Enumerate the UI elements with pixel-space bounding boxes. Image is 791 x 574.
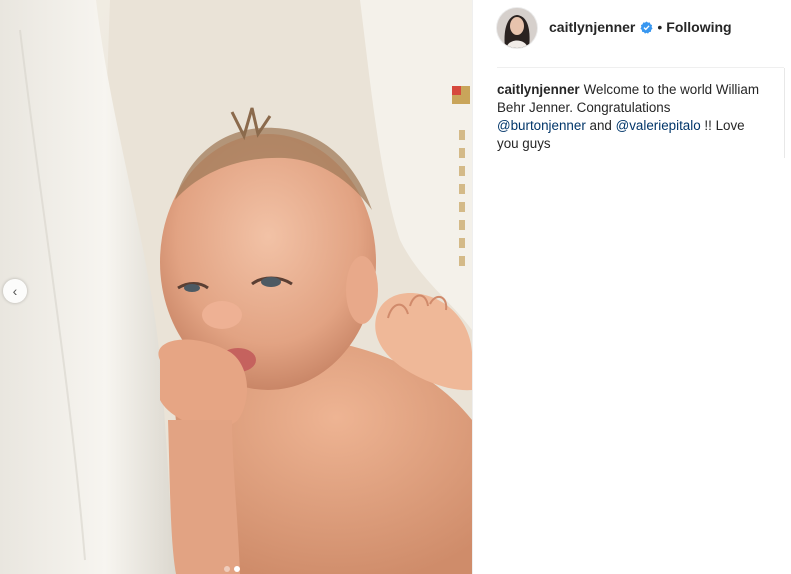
mention-link-valeriepitalo[interactable]: @valeriepitalo (616, 118, 701, 133)
following-button[interactable]: Following (666, 19, 731, 35)
carousel-dot (224, 566, 230, 572)
carousel-indicator (224, 566, 240, 572)
caption-connector: and (589, 118, 612, 133)
carousel-dot-active (234, 566, 240, 572)
avatar-image (497, 8, 537, 48)
post-caption: caitlynjenner Welcome to the world Willia… (497, 81, 762, 153)
caption-username[interactable]: caitlynjenner (497, 82, 580, 97)
post-media[interactable]: ‹ (0, 0, 472, 574)
separator-dot: • (657, 19, 663, 35)
mention-link-burtonjenner[interactable]: @burtonjenner (497, 118, 586, 133)
author-row: caitlynjenner • Following (549, 19, 732, 35)
avatar[interactable] (497, 8, 537, 48)
verified-badge-icon (640, 20, 653, 34)
pane-divider (472, 0, 473, 574)
post-header: caitlynjenner • Following (473, 0, 791, 66)
chevron-left-icon: ‹ (12, 282, 18, 299)
comments-scrollbar[interactable] (784, 68, 785, 158)
carousel-prev-button[interactable]: ‹ (3, 279, 27, 303)
header-divider (497, 67, 784, 68)
author-username[interactable]: caitlynjenner (549, 19, 635, 35)
baby-photo (0, 0, 472, 574)
